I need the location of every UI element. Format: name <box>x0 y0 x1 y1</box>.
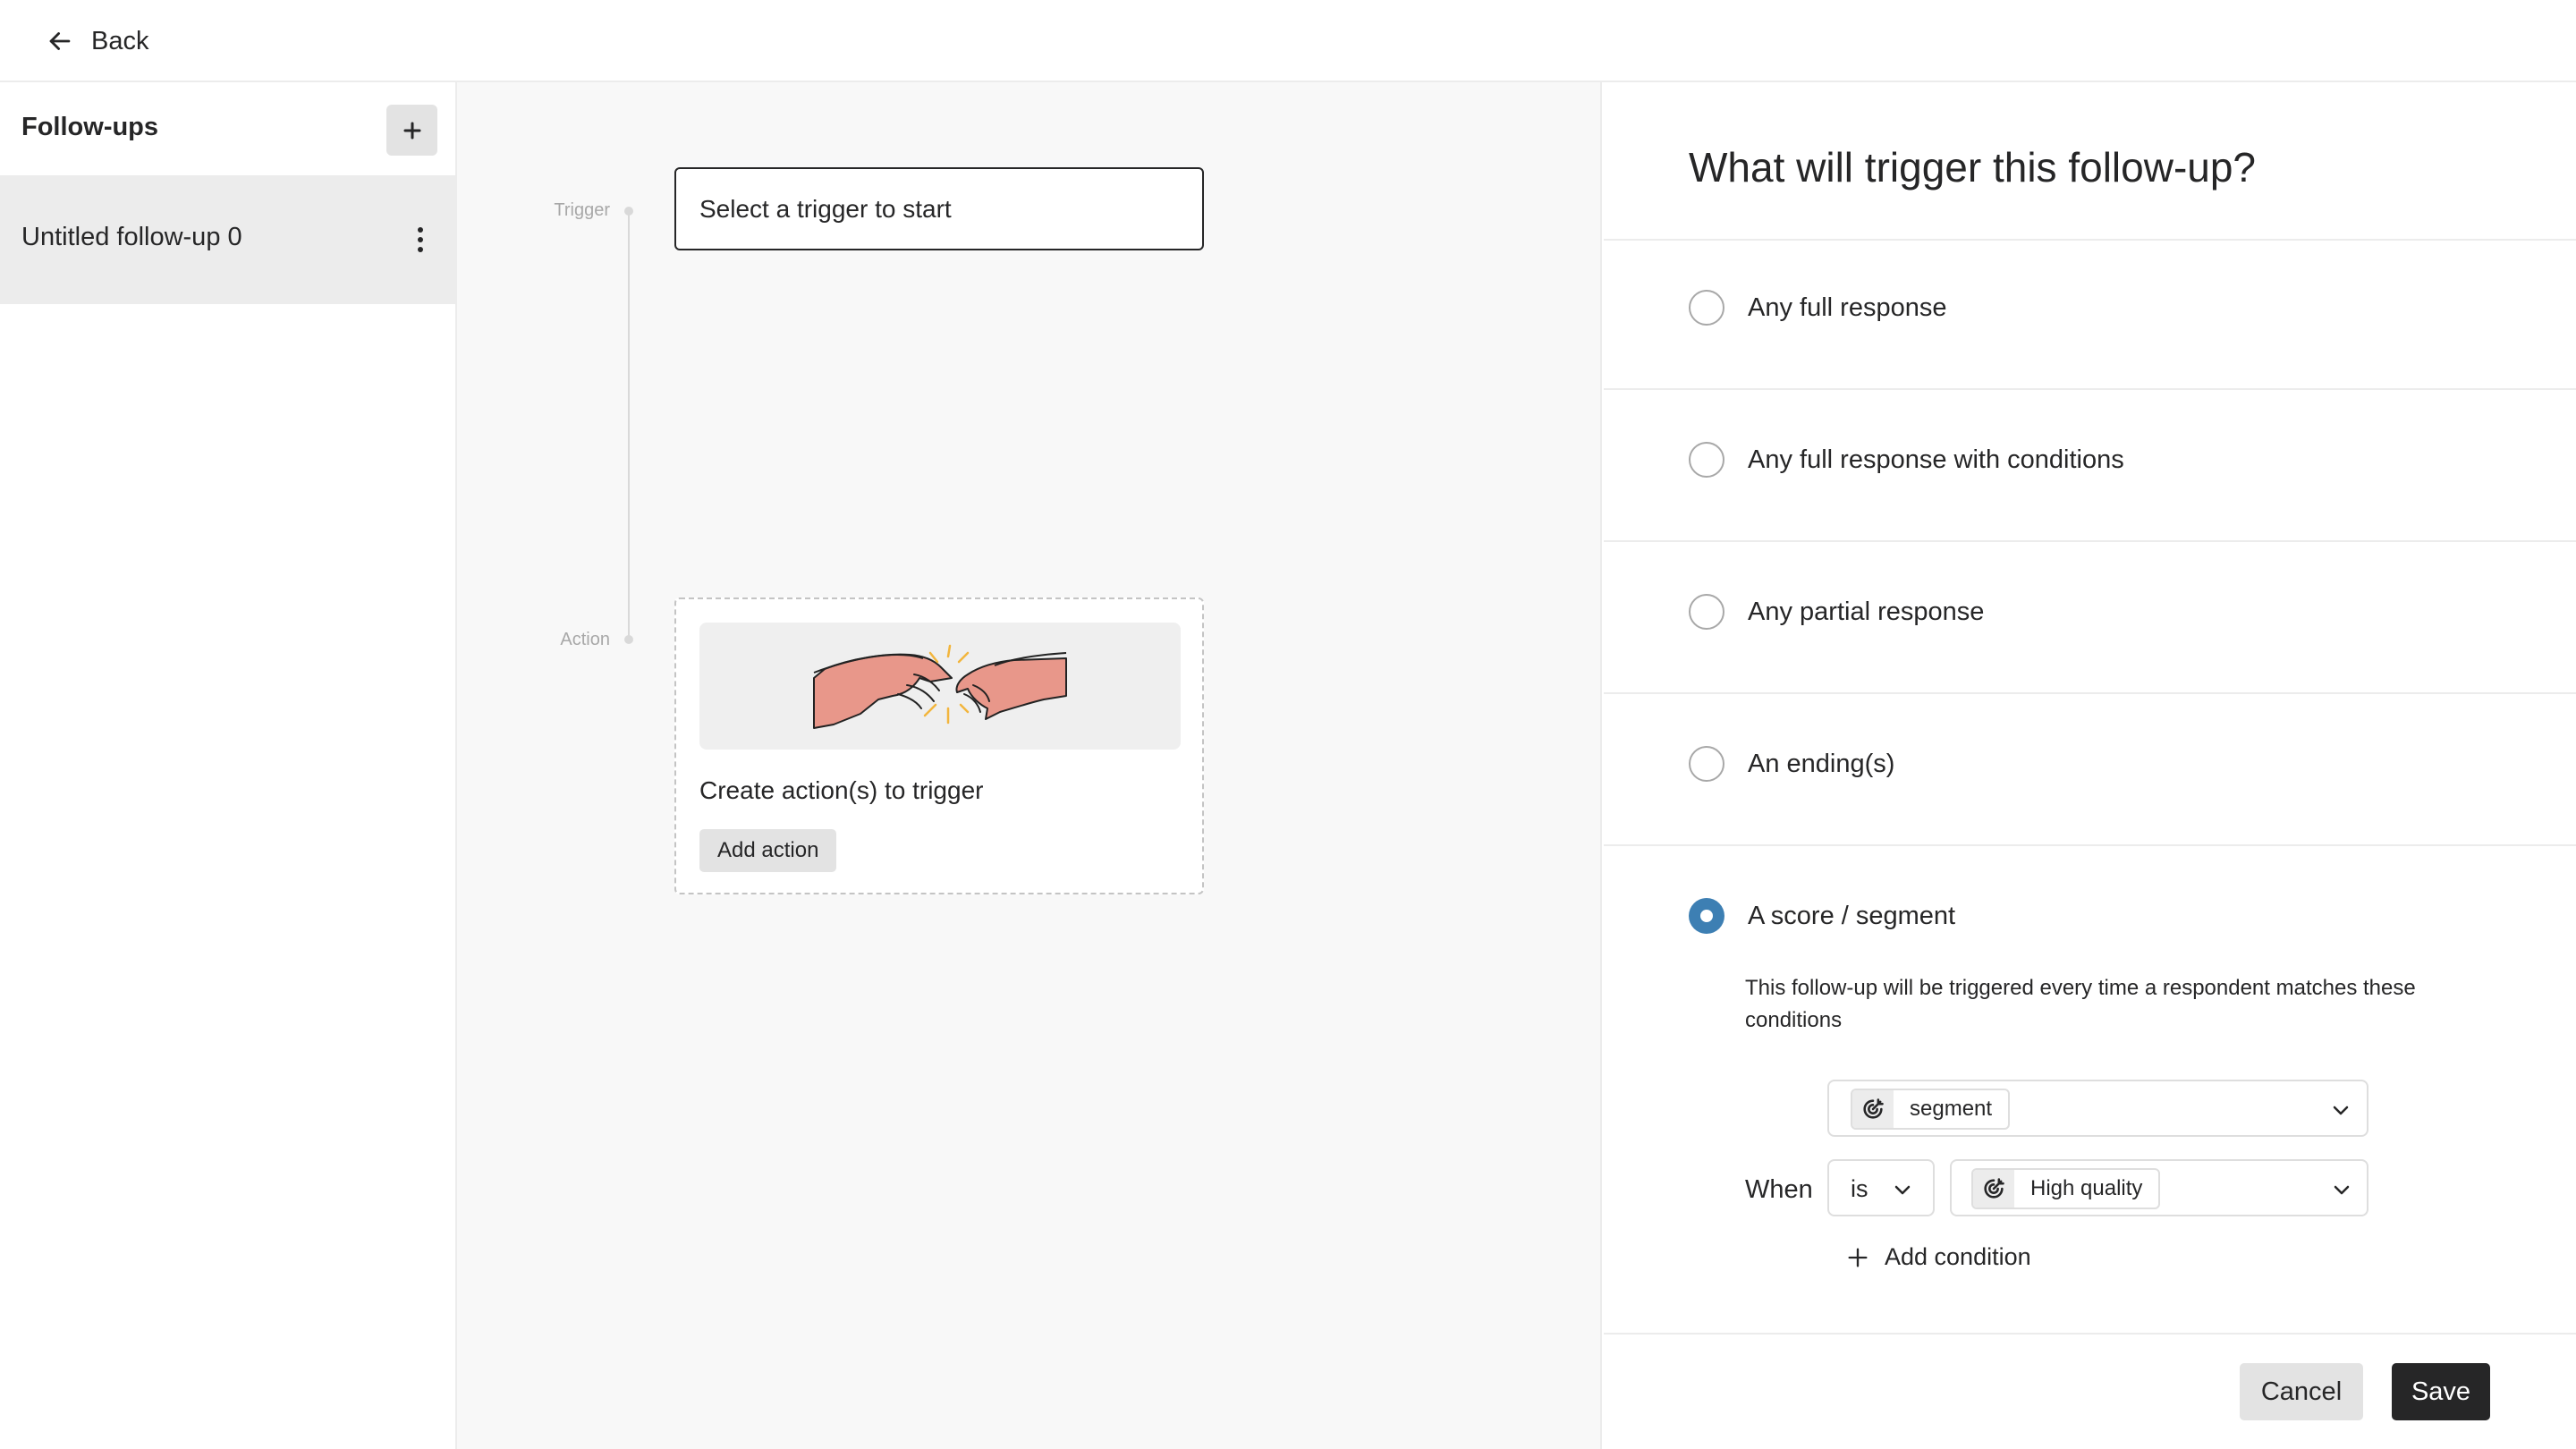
chevron-down-icon <box>2333 1106 2349 1115</box>
back-label: Back <box>91 26 149 55</box>
sidebar-item-label: Untitled follow-up 0 <box>21 223 242 251</box>
trigger-settings-panel: What will trigger this follow-up? Any fu… <box>1604 82 2576 1449</box>
condition-field-select[interactable]: segment <box>1827 1080 2368 1137</box>
save-button[interactable]: Save <box>2392 1363 2490 1420</box>
divider <box>1604 540 2576 542</box>
radio-button-selected[interactable] <box>1689 898 1724 934</box>
radio-button[interactable] <box>1689 594 1724 630</box>
condition-operator-select[interactable]: is <box>1827 1159 1935 1216</box>
add-followup-button[interactable] <box>386 105 437 156</box>
followups-sidebar: Follow-ups Untitled follow-up 0 <box>0 82 457 1449</box>
add-condition-label: Add condition <box>1885 1243 2031 1270</box>
plus-icon <box>1848 1248 1868 1267</box>
chevron-down-icon <box>2334 1185 2350 1195</box>
footer-divider <box>1604 1333 2576 1335</box>
hands-illustration <box>699 623 1181 750</box>
target-icon <box>1973 1170 2014 1208</box>
panel-title: What will trigger this follow-up? <box>1689 144 2257 191</box>
radio-button[interactable] <box>1689 442 1724 478</box>
add-action-button[interactable]: Add action <box>699 829 837 872</box>
trigger-step-label: Trigger <box>554 200 610 220</box>
sidebar-title: Follow-ups <box>21 113 159 141</box>
chip-label: High quality <box>2030 1176 2143 1200</box>
option-endings[interactable]: An ending(s) <box>1689 746 1894 782</box>
target-icon <box>1852 1090 1894 1128</box>
sidebar-header: Follow-ups <box>0 82 455 175</box>
operator-label: is <box>1851 1175 1868 1202</box>
option-label: Any full response with conditions <box>1748 445 2124 474</box>
kebab-icon <box>418 227 423 252</box>
option-score-segment[interactable]: A score / segment <box>1689 898 1955 934</box>
segment-chip: segment <box>1851 1089 2011 1130</box>
segment-description: This follow-up will be triggered every t… <box>1745 976 2416 1032</box>
sidebar-item-followup[interactable]: Untitled follow-up 0 <box>0 175 455 304</box>
option-full-response-conditions[interactable]: Any full response with conditions <box>1689 442 2124 478</box>
option-label: Any full response <box>1748 292 1947 322</box>
when-label: When <box>1745 1175 1813 1204</box>
flow-connector-line <box>628 211 630 639</box>
back-button[interactable]: Back <box>45 20 148 63</box>
divider <box>1604 388 2576 390</box>
action-step-label: Action <box>560 630 610 649</box>
divider <box>1604 692 2576 694</box>
plus-icon <box>403 122 420 139</box>
chevron-down-icon <box>1894 1185 1911 1195</box>
option-label: A score / segment <box>1748 901 1956 930</box>
arrow-left-icon <box>49 32 71 50</box>
radio-button[interactable] <box>1689 290 1724 326</box>
action-card-title: Create action(s) to trigger <box>699 776 984 804</box>
cancel-button[interactable]: Cancel <box>2240 1363 2363 1420</box>
action-placeholder-card: Create action(s) to trigger Add action <box>674 597 1204 894</box>
more-options-button[interactable] <box>404 218 436 261</box>
divider <box>1604 239 2576 241</box>
divider <box>1604 844 2576 846</box>
trigger-node-dot <box>624 207 633 216</box>
action-node-dot <box>624 635 633 644</box>
high-quality-chip: High quality <box>1971 1168 2161 1209</box>
option-partial-response[interactable]: Any partial response <box>1689 594 1984 630</box>
trigger-select-box[interactable]: Select a trigger to start <box>674 167 1204 250</box>
condition-value-select[interactable]: High quality <box>1950 1159 2368 1216</box>
option-label: Any partial response <box>1748 597 1985 626</box>
chip-label: segment <box>1910 1097 1993 1121</box>
option-label: An ending(s) <box>1748 749 1895 778</box>
radio-button[interactable] <box>1689 746 1724 782</box>
option-any-full-response[interactable]: Any full response <box>1689 290 1946 326</box>
top-bar: Back <box>0 0 2576 82</box>
add-condition-button[interactable]: Add condition <box>1845 1243 2031 1271</box>
